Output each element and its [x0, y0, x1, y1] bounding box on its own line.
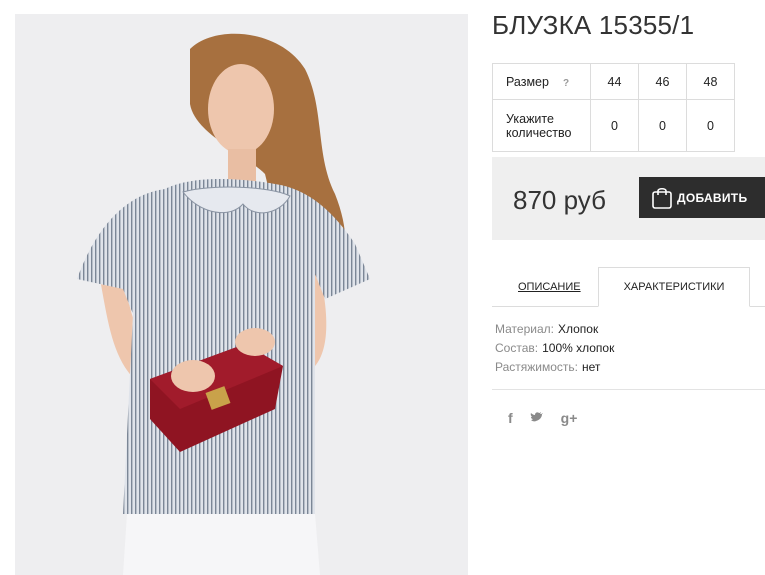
spec-value: нет: [582, 360, 601, 374]
spec-value: Хлопок: [557, 322, 599, 336]
size-table: Размер? 44 46 48 Укажите количество 0 0 …: [492, 63, 735, 152]
product-photo[interactable]: [15, 14, 468, 575]
spec-row-material: Материал: Хлопок: [495, 322, 614, 341]
spec-value: 100% хлопок: [542, 341, 615, 355]
size-48: 48: [686, 63, 735, 100]
shopping-bag-icon: [652, 187, 672, 209]
product-image: [77, 33, 370, 575]
facebook-icon[interactable]: f: [508, 410, 513, 426]
size-46: 46: [638, 63, 687, 100]
twitter-icon[interactable]: [530, 410, 544, 426]
size-44: 44: [590, 63, 639, 100]
product-tabs: ОПИСАНИЕ ХАРАКТЕРИСТИКИ: [492, 267, 765, 307]
divider: [492, 389, 765, 390]
quantity-input-48[interactable]: 0: [686, 99, 735, 152]
spec-row-stretch: Растяжимость: нет: [495, 360, 614, 379]
spec-label: Материал:: [495, 322, 554, 336]
quantity-row: Укажите количество 0 0 0: [492, 99, 735, 152]
specifications-list: Материал: Хлопок Состав: 100% хлопок Растя…: [495, 322, 614, 379]
spec-label: Растяжимость:: [495, 360, 579, 374]
add-to-cart-label: ДОБАВИТЬ: [677, 190, 748, 205]
quantity-label: Укажите количество: [492, 99, 591, 152]
help-icon[interactable]: ?: [563, 78, 569, 89]
price-panel: 870 руб ДОБАВИТЬ: [492, 157, 765, 240]
size-label-cell: Размер?: [492, 63, 591, 100]
product-title: БЛУЗКА 15355/1: [492, 10, 695, 40]
add-to-cart-button[interactable]: ДОБАВИТЬ: [639, 177, 765, 218]
quantity-input-46[interactable]: 0: [638, 99, 687, 152]
tab-specifications[interactable]: ХАРАКТЕРИСТИКИ: [598, 267, 750, 307]
tab-description[interactable]: ОПИСАНИЕ: [518, 281, 581, 293]
spec-label: Состав:: [495, 341, 539, 355]
social-share: f g+: [508, 410, 577, 426]
size-label: Размер: [506, 74, 549, 89]
quantity-input-44[interactable]: 0: [590, 99, 639, 152]
spec-row-composition: Состав: 100% хлопок: [495, 341, 614, 360]
product-price: 870 руб: [513, 185, 606, 215]
size-row: Размер? 44 46 48: [492, 63, 735, 100]
googleplus-icon[interactable]: g+: [561, 410, 578, 426]
